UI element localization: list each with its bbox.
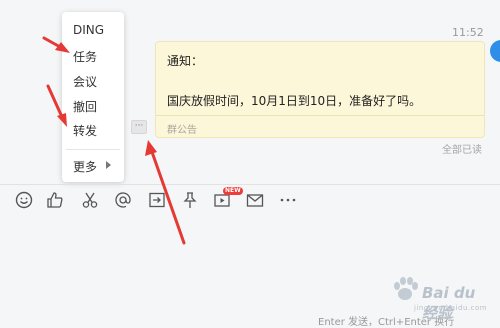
message-bubble[interactable]: 通知： 国庆放假时间，10月1日到10日，准备好了吗。 群公告 (155, 41, 485, 138)
menu-item-forward[interactable]: 转发 (73, 122, 97, 139)
watermark-logo: Bai du 经验 jingyan.baidu.com (390, 266, 490, 322)
message-divider (156, 115, 484, 116)
menu-item-recall[interactable]: 撤回 (73, 98, 97, 115)
message-timestamp: 11:52 (452, 26, 484, 39)
message-more-button[interactable]: ··· (131, 120, 147, 134)
read-status[interactable]: 全部已读 (442, 141, 482, 156)
message-body: 国庆放假时间，10月1日到10日，准备好了吗。 (167, 94, 422, 108)
menu-divider (66, 149, 120, 150)
pin-icon[interactable] (180, 190, 200, 210)
context-menu: DING 任务 会议 撤回 转发 更多 (62, 12, 124, 182)
chevron-right-icon (106, 161, 111, 169)
like-icon[interactable] (45, 190, 65, 210)
scissors-icon[interactable] (80, 190, 100, 210)
avatar[interactable] (490, 40, 500, 62)
menu-item-task[interactable]: 任务 (73, 48, 97, 65)
emoji-icon[interactable] (14, 190, 34, 210)
message-title: 通知： (167, 54, 204, 68)
screen-share-icon[interactable] (147, 190, 167, 210)
input-divider (0, 184, 500, 185)
mention-icon[interactable] (113, 190, 133, 210)
more-icon[interactable] (278, 190, 298, 210)
input-toolbar (0, 186, 500, 214)
chat-area: 11:52 通知： 国庆放假时间，10月1日到10日，准备好了吗。 群公告 全部… (0, 0, 500, 184)
mail-icon[interactable] (245, 190, 265, 210)
menu-item-meeting[interactable]: 会议 (73, 73, 97, 90)
menu-item-ding[interactable]: DING (73, 23, 104, 37)
new-badge: NEW (223, 187, 243, 195)
watermark-url: jingyan.baidu.com (414, 304, 488, 312)
announcement-tag: 群公告 (167, 125, 197, 136)
menu-item-more[interactable]: 更多 (73, 158, 97, 175)
